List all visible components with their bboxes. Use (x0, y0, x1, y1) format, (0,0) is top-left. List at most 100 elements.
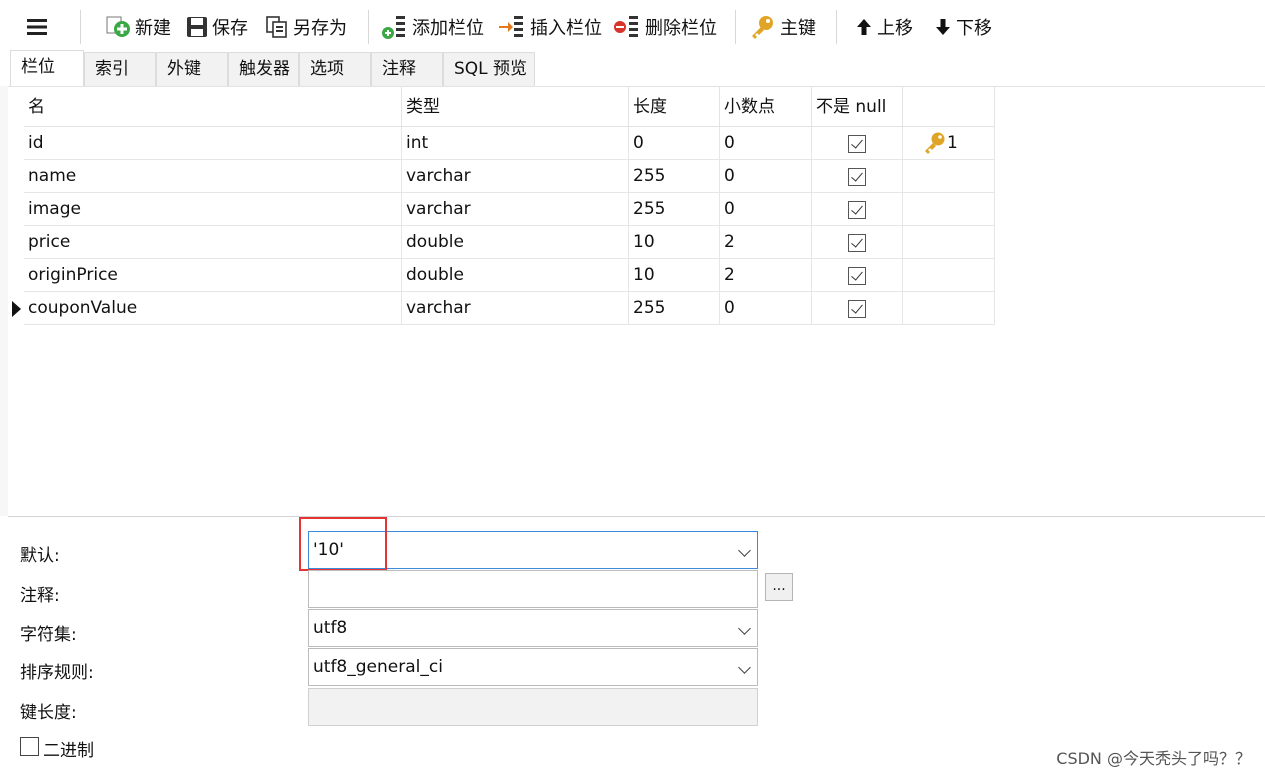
cell-decimals[interactable]: 0 (720, 160, 812, 193)
not-null-cell[interactable] (812, 259, 903, 292)
cell-length[interactable]: 10 (629, 259, 720, 292)
cell-type[interactable]: varchar (402, 193, 629, 226)
move-up-button[interactable]: 上移 (855, 12, 913, 42)
delete-column-button[interactable]: 删除栏位 (613, 12, 717, 42)
cell-decimals[interactable]: 0 (720, 292, 812, 325)
key-cell[interactable] (903, 160, 995, 193)
tab-options[interactable]: 选项 (299, 52, 371, 86)
move-up-label: 上移 (877, 18, 913, 39)
key-cell[interactable]: 1 (903, 127, 995, 160)
table-row[interactable]: id int 0 0 1 (8, 127, 995, 160)
cell-name[interactable]: id (24, 127, 402, 160)
not-null-checkbox[interactable] (848, 267, 866, 285)
save-button[interactable]: 保存 (186, 12, 248, 42)
collation-select[interactable]: utf8_general_ci (308, 648, 758, 686)
not-null-checkbox[interactable] (848, 201, 866, 219)
comment-ellipsis-button[interactable]: ... (765, 573, 793, 601)
not-null-cell[interactable] (812, 127, 903, 160)
key-cell[interactable] (903, 292, 995, 325)
cell-type[interactable]: double (402, 226, 629, 259)
cell-length[interactable]: 255 (629, 160, 720, 193)
table-row[interactable]: originPrice double 10 2 (8, 259, 995, 292)
not-null-cell[interactable] (812, 226, 903, 259)
cell-decimals[interactable]: 0 (720, 193, 812, 226)
header-decimals[interactable]: 小数点 (720, 87, 812, 127)
save-label: 保存 (212, 18, 248, 39)
tab-triggers[interactable]: 触发器 (228, 52, 299, 86)
key-order: 1 (947, 133, 958, 153)
header-name[interactable]: 名 (24, 87, 402, 127)
charset-select[interactable]: utf8 (308, 609, 758, 647)
header-key (903, 87, 995, 127)
key-icon (750, 14, 776, 40)
cell-length[interactable]: 10 (629, 226, 720, 259)
table-row[interactable]: couponValue varchar 255 0 (8, 292, 995, 325)
key-cell[interactable] (903, 259, 995, 292)
save-icon (186, 16, 208, 38)
not-null-cell[interactable] (812, 292, 903, 325)
cell-type[interactable]: double (402, 259, 629, 292)
cell-type[interactable]: varchar (402, 160, 629, 193)
delete-column-label: 删除栏位 (645, 18, 717, 39)
comment-input[interactable] (308, 570, 758, 608)
cell-name[interactable]: price (24, 226, 402, 259)
arrow-down-icon (934, 17, 952, 37)
table-row[interactable]: name varchar 255 0 (8, 160, 995, 193)
move-down-button[interactable]: 下移 (934, 12, 992, 42)
not-null-cell[interactable] (812, 160, 903, 193)
cell-length[interactable]: 255 (629, 292, 720, 325)
annotation-highlight-box (299, 517, 387, 571)
not-null-checkbox[interactable] (848, 168, 866, 186)
save-as-button[interactable]: 另存为 (265, 12, 347, 42)
move-down-label: 下移 (956, 18, 992, 39)
key-cell[interactable] (903, 193, 995, 226)
grid-left-gutter (0, 86, 8, 516)
not-null-checkbox[interactable] (848, 300, 866, 318)
tab-columns[interactable]: 栏位 (10, 50, 84, 86)
table-row[interactable]: image varchar 255 0 (8, 193, 995, 226)
primary-key-button[interactable]: 主键 (750, 12, 816, 42)
key-length-label: 键长度: (20, 703, 77, 723)
binary-label: 二进制 (43, 741, 94, 761)
tab-foreign-keys[interactable]: 外键 (156, 52, 228, 86)
tab-sql-preview[interactable]: SQL 预览 (443, 52, 535, 86)
new-button[interactable]: 新建 (105, 12, 171, 42)
new-icon (105, 15, 131, 39)
not-null-checkbox[interactable] (848, 135, 866, 153)
tab-comment[interactable]: 注释 (371, 52, 443, 86)
cell-decimals[interactable]: 0 (720, 127, 812, 160)
add-column-button[interactable]: 添加栏位 (380, 12, 484, 42)
insert-column-label: 插入栏位 (530, 18, 602, 39)
not-null-cell[interactable] (812, 193, 903, 226)
cell-name[interactable]: image (24, 193, 402, 226)
cell-type[interactable]: varchar (402, 292, 629, 325)
header-not-null[interactable]: 不是 null (812, 87, 903, 127)
columns-grid: 名 类型 长度 小数点 不是 null id int 0 0 1 name varchar 2… (8, 86, 1265, 516)
cell-decimals[interactable]: 2 (720, 226, 812, 259)
key-cell[interactable] (903, 226, 995, 259)
menu-button[interactable] (26, 12, 52, 42)
cell-decimals[interactable]: 2 (720, 259, 812, 292)
cell-type[interactable]: int (402, 127, 629, 160)
insert-column-icon (498, 14, 526, 40)
new-label: 新建 (135, 18, 171, 39)
tab-indexes[interactable]: 索引 (84, 52, 156, 86)
header-type[interactable]: 类型 (402, 87, 629, 127)
toolbar-separator (735, 10, 736, 44)
cell-name[interactable]: couponValue (24, 292, 402, 325)
chevron-down-icon[interactable] (738, 661, 751, 674)
chevron-down-icon[interactable] (738, 544, 751, 557)
table-row[interactable]: price double 10 2 (8, 226, 995, 259)
insert-column-button[interactable]: 插入栏位 (498, 12, 602, 42)
cell-length[interactable]: 0 (629, 127, 720, 160)
cell-name[interactable]: originPrice (24, 259, 402, 292)
column-properties: 默认: '10' 注释: ... 字符集: utf8 排序规则: utf8_ge… (8, 516, 1265, 777)
not-null-checkbox[interactable] (848, 234, 866, 252)
chevron-down-icon[interactable] (738, 622, 751, 635)
binary-checkbox[interactable] (20, 737, 39, 756)
header-length[interactable]: 长度 (629, 87, 720, 127)
save-as-icon (265, 15, 289, 39)
cell-name[interactable]: name (24, 160, 402, 193)
cell-length[interactable]: 255 (629, 193, 720, 226)
add-column-label: 添加栏位 (412, 18, 484, 39)
